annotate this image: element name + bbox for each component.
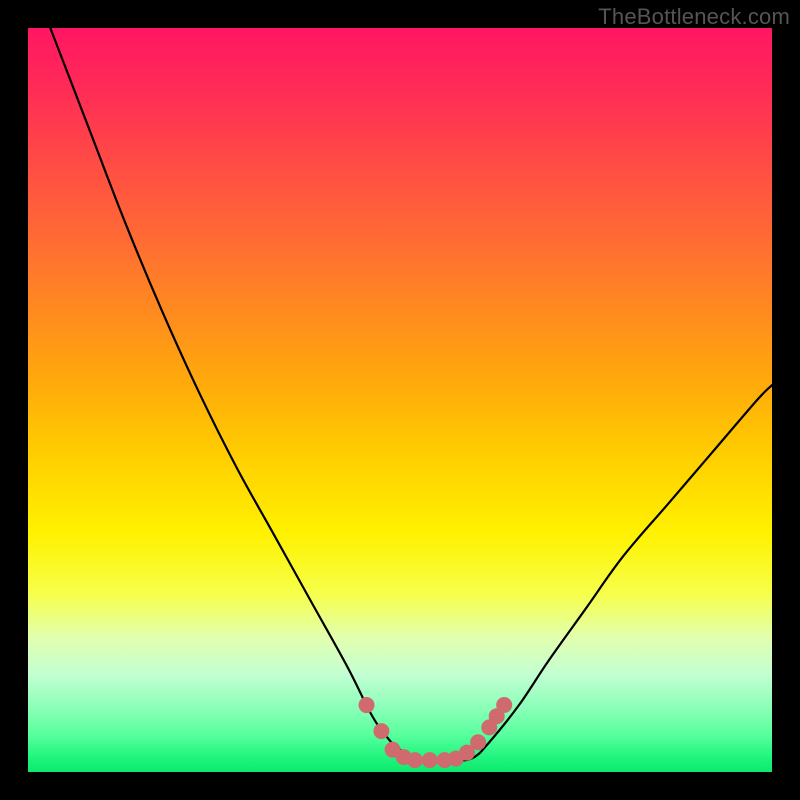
highlight-dot	[373, 723, 389, 739]
chart-container: TheBottleneck.com	[0, 0, 800, 800]
curve-line	[50, 28, 772, 762]
watermark-text: TheBottleneck.com	[598, 4, 790, 30]
highlight-dot	[496, 697, 512, 713]
highlight-dot	[470, 734, 486, 750]
highlight-dot	[359, 697, 375, 713]
plot-area	[28, 28, 772, 772]
highlight-dots-group	[359, 697, 513, 768]
highlight-dot	[422, 752, 438, 768]
highlight-dot	[407, 752, 423, 768]
chart-svg	[28, 28, 772, 772]
